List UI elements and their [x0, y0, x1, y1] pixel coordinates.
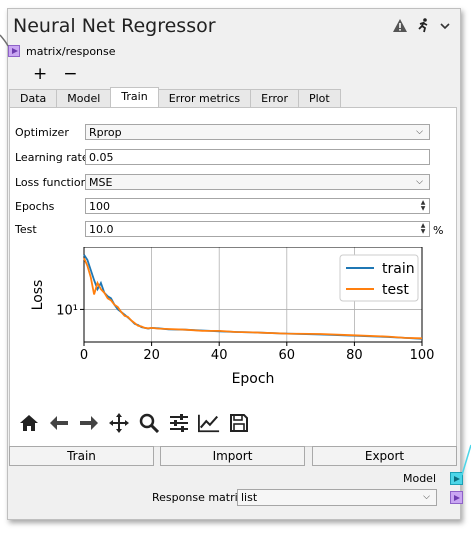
- tab-bar: Data Model Train Error metrics Error Plo…: [9, 87, 341, 107]
- loss-chart: 0 20 40 60 80 100 10¹ Loss Epoch train test: [30, 247, 435, 387]
- output-port-arrow-icon: [454, 476, 460, 482]
- warning-icon[interactable]: [393, 19, 407, 32]
- response-matrix-value: list: [241, 491, 258, 504]
- edit-axes-icon[interactable]: [198, 412, 220, 434]
- outgoing-connection: [461, 444, 471, 476]
- test-spinbox[interactable]: 10.0 ▲ ▼: [85, 221, 430, 237]
- pan-icon[interactable]: [108, 412, 130, 434]
- chevron-down-icon: ⌵: [416, 177, 423, 187]
- learning-rate-input[interactable]: 0.05: [85, 149, 430, 165]
- remove-port-button[interactable]: −: [63, 64, 77, 84]
- epochs-value: 100: [89, 200, 110, 213]
- tab-data[interactable]: Data: [9, 89, 58, 107]
- epochs-spinbox[interactable]: 100 ▲ ▼: [85, 198, 430, 214]
- tab-model[interactable]: Model: [56, 89, 112, 107]
- response-matrix-select[interactable]: list ⌵: [237, 489, 437, 506]
- optimizer-value: Rprop: [89, 126, 122, 139]
- legend-label-train: train: [382, 261, 415, 277]
- y-axis-label: Loss: [30, 280, 46, 311]
- loss-function-select[interactable]: MSE ⌵: [85, 174, 430, 190]
- model-output-port[interactable]: [450, 472, 463, 485]
- x-tick-label: 40: [211, 348, 228, 363]
- save-icon[interactable]: [228, 412, 250, 434]
- response-matrix-label: Response matrix: [152, 491, 245, 504]
- node-title: Neural Net Regressor: [13, 15, 216, 37]
- input-port-arrow-icon: [12, 48, 18, 54]
- tab-train[interactable]: Train: [110, 87, 159, 107]
- x-axis-label: Epoch: [232, 371, 275, 387]
- export-button[interactable]: Export: [312, 446, 457, 466]
- chevron-down-icon[interactable]: [440, 22, 450, 30]
- loss-function-label: Loss function: [15, 176, 88, 189]
- add-remove-controls: + −: [33, 64, 78, 84]
- optimizer-select[interactable]: Rprop ⌵: [85, 124, 430, 140]
- input-port-label: matrix/response: [26, 45, 116, 58]
- add-port-button[interactable]: +: [33, 64, 47, 84]
- y-tick-label: 10¹: [56, 303, 78, 318]
- tab-error-metrics[interactable]: Error metrics: [157, 89, 252, 107]
- zoom-icon[interactable]: [138, 412, 160, 434]
- back-icon[interactable]: [48, 412, 70, 434]
- legend-label-test: test: [382, 282, 409, 298]
- response-output-port[interactable]: [450, 491, 463, 504]
- x-tick-label: 20: [143, 348, 160, 363]
- test-value: 10.0: [89, 223, 114, 236]
- tab-plot[interactable]: Plot: [297, 89, 341, 107]
- output-port-arrow-icon: [454, 495, 460, 501]
- header-icons: [393, 18, 450, 33]
- tab-error[interactable]: Error: [250, 89, 299, 107]
- run-icon[interactable]: [417, 18, 430, 33]
- spin-arrows-icon[interactable]: ▲ ▼: [418, 200, 428, 212]
- regressor-node: Neural Net Regressor matrix/response + −…: [7, 8, 463, 520]
- loss-function-value: MSE: [89, 176, 113, 189]
- x-tick-label: 60: [279, 348, 296, 363]
- spin-arrows-icon[interactable]: ▲ ▼: [418, 223, 428, 235]
- x-tick-label: 80: [346, 348, 363, 363]
- chevron-down-icon: ⌵: [416, 127, 423, 137]
- test-unit: %: [433, 224, 444, 237]
- x-tick-label: 100: [410, 348, 435, 363]
- train-button[interactable]: Train: [9, 446, 154, 466]
- epochs-label: Epochs: [15, 200, 55, 213]
- learning-rate-label: Learning rate: [15, 151, 89, 164]
- input-port[interactable]: [8, 45, 20, 57]
- configure-icon[interactable]: [168, 412, 190, 434]
- model-output-label: Model: [402, 472, 436, 485]
- optimizer-label: Optimizer: [15, 126, 69, 139]
- forward-icon[interactable]: [78, 412, 100, 434]
- x-tick-label: 0: [80, 348, 88, 363]
- import-button[interactable]: Import: [160, 446, 305, 466]
- plot-toolbar: [18, 412, 250, 434]
- test-label: Test: [15, 223, 37, 236]
- home-icon[interactable]: [18, 412, 40, 434]
- chevron-down-icon: ⌵: [423, 492, 430, 502]
